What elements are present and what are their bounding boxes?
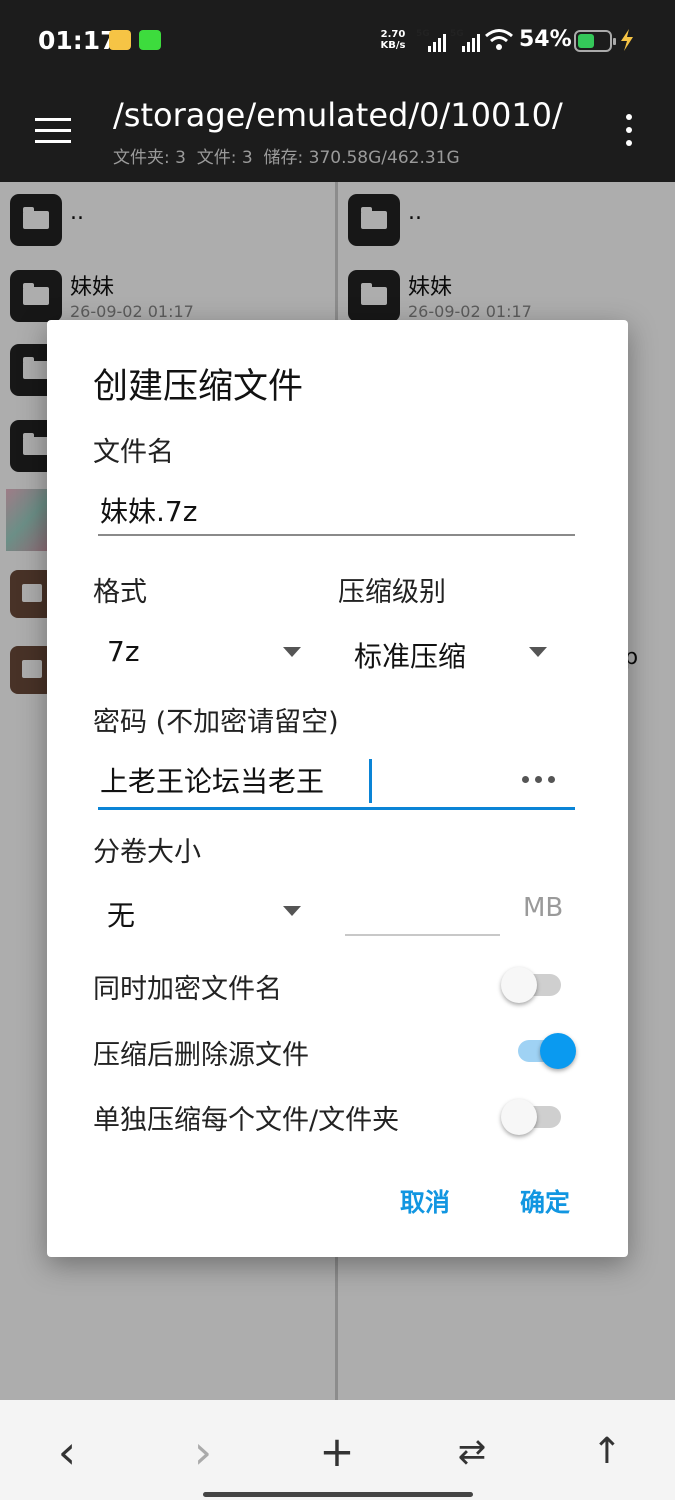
split-unit: MB — [523, 893, 564, 923]
format-dropdown[interactable]: 7z — [93, 625, 315, 681]
level-label: 压缩级别 — [338, 577, 446, 608]
level-dropdown[interactable]: 标准压缩 — [338, 625, 560, 681]
notification-yellow-icon — [109, 30, 131, 50]
format-value: 7z — [107, 635, 140, 668]
chevron-down-icon — [283, 906, 301, 916]
battery-percent: 54% — [519, 27, 572, 52]
filename-underline — [98, 534, 575, 536]
folder-stats: 文件夹: 3 文件: 3 储存: 370.58G/462.31G — [113, 148, 460, 168]
net-speed: 2.70 KB/s — [378, 29, 408, 51]
add-icon[interactable]: + — [312, 1430, 362, 1474]
option-label: 同时加密文件名 — [93, 974, 282, 1005]
chevron-down-icon — [283, 647, 301, 657]
password-underline — [98, 807, 575, 810]
text-cursor — [369, 759, 372, 803]
home-indicator[interactable] — [203, 1492, 473, 1497]
ok-button[interactable]: 确定 — [520, 1183, 570, 1219]
split-value: 无 — [107, 899, 136, 932]
back-icon[interactable]: ‹ — [42, 1429, 92, 1475]
option-label: 单独压缩每个文件/文件夹 — [93, 1105, 400, 1136]
dialog-title: 创建压缩文件 — [93, 367, 304, 407]
menu-icon[interactable] — [35, 118, 71, 144]
delete-source-toggle[interactable] — [512, 1030, 576, 1070]
status-time: 01:17 — [38, 26, 118, 55]
notification-green-icon — [139, 30, 161, 50]
wifi-icon — [484, 26, 514, 54]
split-size-underline — [345, 934, 500, 936]
show-password-icon[interactable] — [522, 776, 556, 784]
format-label: 格式 — [93, 577, 147, 608]
charging-icon — [618, 28, 636, 52]
net-speed-value: 2.70 — [380, 29, 406, 40]
compress-separately-toggle[interactable] — [501, 1096, 565, 1136]
go-up-icon[interactable]: ↑ — [582, 1430, 632, 1474]
option-label: 压缩后删除源文件 — [93, 1040, 309, 1071]
battery-icon — [574, 30, 616, 52]
forward-icon[interactable]: › — [178, 1429, 228, 1475]
signal-icon: 5G — [416, 29, 446, 52]
split-label: 分卷大小 — [93, 837, 201, 868]
swap-panes-icon[interactable]: ⇄ — [447, 1430, 497, 1474]
password-input[interactable]: 上老王论坛当老王 — [100, 760, 324, 800]
filename-input[interactable]: 妹妹.7z — [100, 490, 197, 530]
net-speed-unit: KB/s — [380, 40, 406, 51]
split-dropdown[interactable]: 无 — [93, 884, 315, 940]
password-label: 密码 (不加密请留空) — [93, 707, 339, 738]
encrypt-filenames-toggle[interactable] — [501, 964, 565, 1004]
filename-label: 文件名 — [93, 437, 174, 468]
signal-icon: 5G — [450, 29, 480, 52]
cancel-button[interactable]: 取消 — [400, 1183, 450, 1219]
level-value: 标准压缩 — [354, 640, 467, 673]
split-size-input[interactable] — [346, 890, 499, 930]
more-options-icon[interactable] — [622, 114, 636, 148]
current-path: /storage/emulated/0/10010/ — [113, 96, 563, 134]
chevron-down-icon — [529, 647, 547, 657]
